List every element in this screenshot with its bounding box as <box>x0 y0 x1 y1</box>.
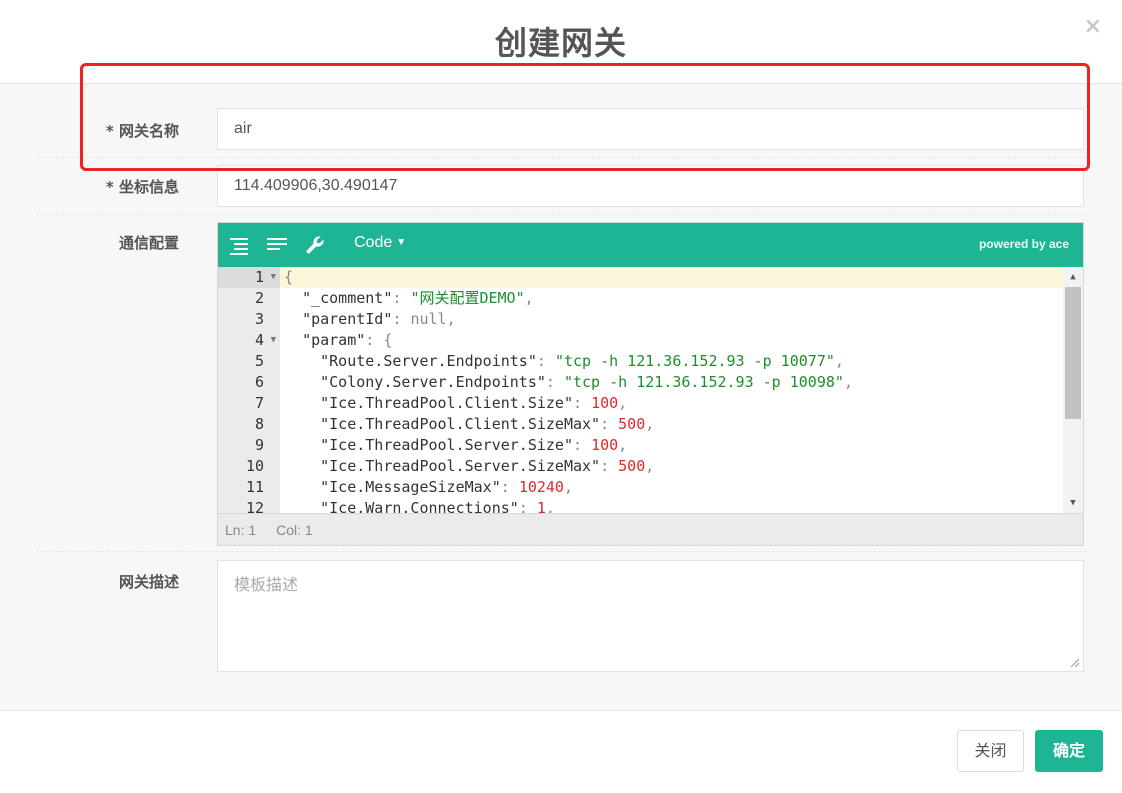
json-editor[interactable]: Code ▼ powered by ace 1 ▼ 2 3 4 ▼ 5 6 7 8 9 10 11 12 {… <box>217 222 1084 546</box>
description-label: 网关描述 <box>118 573 179 591</box>
modal-footer <box>0 710 1122 793</box>
mode-dropdown[interactable]: Code ▼ <box>354 234 406 252</box>
resize-handle-icon[interactable] <box>1070 658 1080 668</box>
line-number: 12 <box>245 499 264 513</box>
fold-toggle-icon[interactable]: ▼ <box>271 330 276 351</box>
chevron-down-icon: ▼ <box>396 237 407 248</box>
wrench-icon[interactable] <box>303 233 327 257</box>
coordinates-label: * 坐标信息 <box>105 178 179 196</box>
line-number: 6 <box>254 373 264 391</box>
line-number: 9 <box>254 436 264 454</box>
gateway-name-label: * 网关名称 <box>105 122 179 140</box>
code-line: "Ice.ThreadPool.Server.Size": 100, <box>320 436 628 454</box>
scroll-down-icon[interactable]: ▼ <box>1063 495 1083 511</box>
scrollbar-thumb[interactable] <box>1065 287 1081 419</box>
column-indicator: Col: 1 <box>276 522 313 538</box>
line-indicator: Ln: 1 <box>225 522 257 538</box>
code-line: "Route.Server.Endpoints": "tcp -h 121.36… <box>320 352 844 370</box>
modal-title: 创建网关 <box>494 24 627 62</box>
gateway-name-input[interactable]: air <box>217 108 1084 150</box>
line-number: 11 <box>245 478 264 496</box>
description-textarea[interactable]: 模板描述 <box>217 560 1084 672</box>
line-number: 10 <box>245 457 264 475</box>
powered-by-ace-link[interactable]: powered by ace <box>979 237 1069 251</box>
code-line: "Ice.MessageSizeMax": 10240, <box>320 478 573 496</box>
confirm-button[interactable]: 确定 <box>1035 730 1103 772</box>
editor-scrollbar[interactable]: ▲ ▼ <box>1063 267 1083 513</box>
row-divider <box>36 551 1086 552</box>
code-line: "Ice.ThreadPool.Client.SizeMax": 500, <box>320 415 655 433</box>
line-number-gutter: 1 ▼ 2 3 4 ▼ 5 6 7 8 9 10 11 12 <box>218 267 280 513</box>
form-row-name: * 网关名称 air <box>36 108 1086 152</box>
compact-icon[interactable] <box>265 233 289 257</box>
editor-toolbar: Code ▼ powered by ace <box>218 223 1083 267</box>
close-icon[interactable]: × <box>1084 14 1102 39</box>
code-line: "Colony.Server.Endpoints": "tcp -h 121.3… <box>320 373 853 391</box>
modal-header: 创建网关 × <box>0 0 1122 84</box>
format-icon[interactable] <box>228 233 252 257</box>
description-placeholder: 模板描述 <box>234 577 299 594</box>
code-line: { <box>280 267 1063 288</box>
editor-status-bar: Ln: 1 Col: 1 <box>218 513 1083 545</box>
code-line: "_comment": "网关配置DEMO", <box>302 289 534 307</box>
form-row-coords: * 坐标信息 114.409906,30.490147 <box>36 165 1086 209</box>
line-number: 8 <box>254 415 264 433</box>
line-number: 4 ▼ <box>254 330 276 351</box>
fold-toggle-icon[interactable]: ▼ <box>271 267 276 288</box>
line-number: 5 <box>254 352 264 370</box>
line-number: 1 ▼ <box>218 267 280 288</box>
mode-label: Code <box>354 234 393 251</box>
comm-config-label: 通信配置 <box>118 234 179 252</box>
line-number: 7 <box>254 394 264 412</box>
line-number: 3 <box>254 310 264 328</box>
coordinates-input[interactable]: 114.409906,30.490147 <box>217 165 1084 207</box>
close-button[interactable]: 关闭 <box>957 730 1024 772</box>
code-line: "Ice.Warn.Connections": 1, <box>320 499 555 513</box>
code-line: "param": { <box>302 331 393 349</box>
editor-content[interactable]: 1 ▼ 2 3 4 ▼ 5 6 7 8 9 10 11 12 { "_comment": "网关配置DEM… <box>218 267 1083 513</box>
code-line: "Ice.ThreadPool.Server.SizeMax": 500, <box>320 457 655 475</box>
code-line: "Ice.ThreadPool.Client.Size": 100, <box>320 394 628 412</box>
scroll-up-icon[interactable]: ▲ <box>1063 269 1083 285</box>
row-divider <box>36 157 1086 158</box>
row-divider <box>36 214 1086 215</box>
code-area[interactable]: { "_comment": "网关配置DEMO", "parentId": nu… <box>280 267 1063 513</box>
line-number: 2 <box>254 289 264 307</box>
code-line: "parentId": null, <box>302 310 456 328</box>
